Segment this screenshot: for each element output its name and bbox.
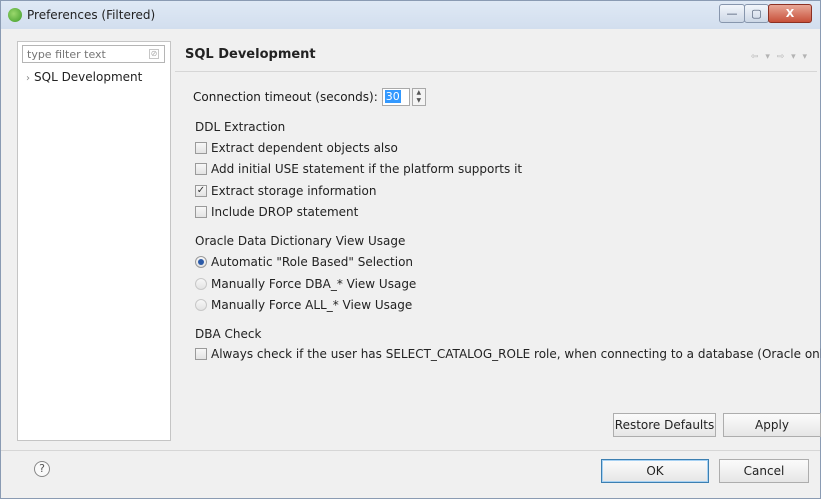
checkbox-unchecked-icon[interactable] <box>195 206 207 218</box>
tree-item-label: SQL Development <box>34 70 143 84</box>
preference-page: SQL Development ⇦ ▾ ⇨ ▾ ▾ Connection tim… <box>175 41 821 441</box>
checkbox-checked-icon[interactable]: ✓ <box>195 185 207 197</box>
app-icon <box>8 8 22 22</box>
radio-role-based[interactable]: Automatic "Role Based" Selection <box>195 255 413 269</box>
option-label: Automatic "Role Based" Selection <box>211 255 414 269</box>
timeout-label: Connection timeout (seconds): <box>193 90 378 104</box>
window-controls: — ▢ X <box>719 4 812 23</box>
close-button[interactable]: X <box>768 4 812 23</box>
page-title: SQL Development <box>185 47 316 62</box>
spin-up-icon[interactable]: ▲ <box>413 89 425 97</box>
footer-divider <box>1 450 820 451</box>
radio-selected-icon[interactable] <box>195 256 207 268</box>
checkbox-unchecked-icon[interactable] <box>195 348 207 360</box>
apply-button[interactable]: Apply <box>723 413 821 437</box>
timeout-spinner[interactable]: ▲ ▼ <box>411 88 426 106</box>
ok-button[interactable]: OK <box>601 459 709 483</box>
header-divider <box>175 71 817 72</box>
timeout-value: 30 <box>384 90 401 103</box>
dictionary-usage-label: Oracle Data Dictionary View Usage <box>195 234 406 248</box>
radio-force-dba[interactable]: Manually Force DBA_* View Usage <box>195 277 416 291</box>
option-label: Extract dependent objects also <box>211 141 398 155</box>
option-label: Add initial USE statement if the platfor… <box>211 162 523 176</box>
minimize-button[interactable]: — <box>719 4 745 23</box>
dba-check-option[interactable]: Always check if the user has SELECT_CATA… <box>195 347 821 361</box>
ddl-option-use-statement[interactable]: Add initial USE statement if the platfor… <box>195 162 522 176</box>
radio-force-all[interactable]: Manually Force ALL_* View Usage <box>195 298 412 312</box>
title-bar[interactable]: Preferences (Filtered) — ▢ X <box>1 1 820 29</box>
cancel-button[interactable]: Cancel <box>719 459 809 483</box>
ddl-option-drop-statement[interactable]: Include DROP statement <box>195 205 358 219</box>
dba-check-label: DBA Check <box>195 327 262 341</box>
tree-item-sql-development[interactable]: › SQL Development <box>26 70 142 84</box>
restore-defaults-button[interactable]: Restore Defaults <box>613 413 716 437</box>
clear-filter-icon[interactable]: ⊘ <box>149 49 159 59</box>
help-icon[interactable]: ? <box>34 461 50 477</box>
checkbox-unchecked-icon[interactable] <box>195 163 207 175</box>
option-label: Manually Force DBA_* View Usage <box>211 277 417 291</box>
option-label: Include DROP statement <box>211 205 359 219</box>
chevron-right-icon[interactable]: › <box>26 73 30 84</box>
option-label: Extract storage information <box>211 184 377 198</box>
checkbox-unchecked-icon[interactable] <box>195 142 207 154</box>
maximize-button[interactable]: ▢ <box>744 4 769 23</box>
radio-unselected-icon[interactable] <box>195 278 207 290</box>
option-label: Always check if the user has SELECT_CATA… <box>211 347 821 361</box>
ddl-option-storage-information[interactable]: ✓ Extract storage information <box>195 184 376 198</box>
history-navigation-icons[interactable]: ⇦ ▾ ⇨ ▾ ▾ <box>751 52 809 62</box>
spin-down-icon[interactable]: ▼ <box>413 97 425 105</box>
ddl-extraction-label: DDL Extraction <box>195 120 286 134</box>
filter-input[interactable] <box>22 45 165 63</box>
preferences-window: Preferences (Filtered) — ▢ X ⊘ › SQL Deve… <box>0 0 821 499</box>
timeout-input[interactable]: 30 <box>381 88 410 106</box>
window-title: Preferences (Filtered) <box>27 8 156 22</box>
radio-unselected-icon[interactable] <box>195 299 207 311</box>
preference-tree-pane: ⊘ › SQL Development <box>17 41 171 441</box>
option-label: Manually Force ALL_* View Usage <box>211 298 413 312</box>
timeout-row: Connection timeout (seconds): 30 ▲ ▼ <box>193 88 426 106</box>
ddl-option-dependent-objects[interactable]: Extract dependent objects also <box>195 141 398 155</box>
